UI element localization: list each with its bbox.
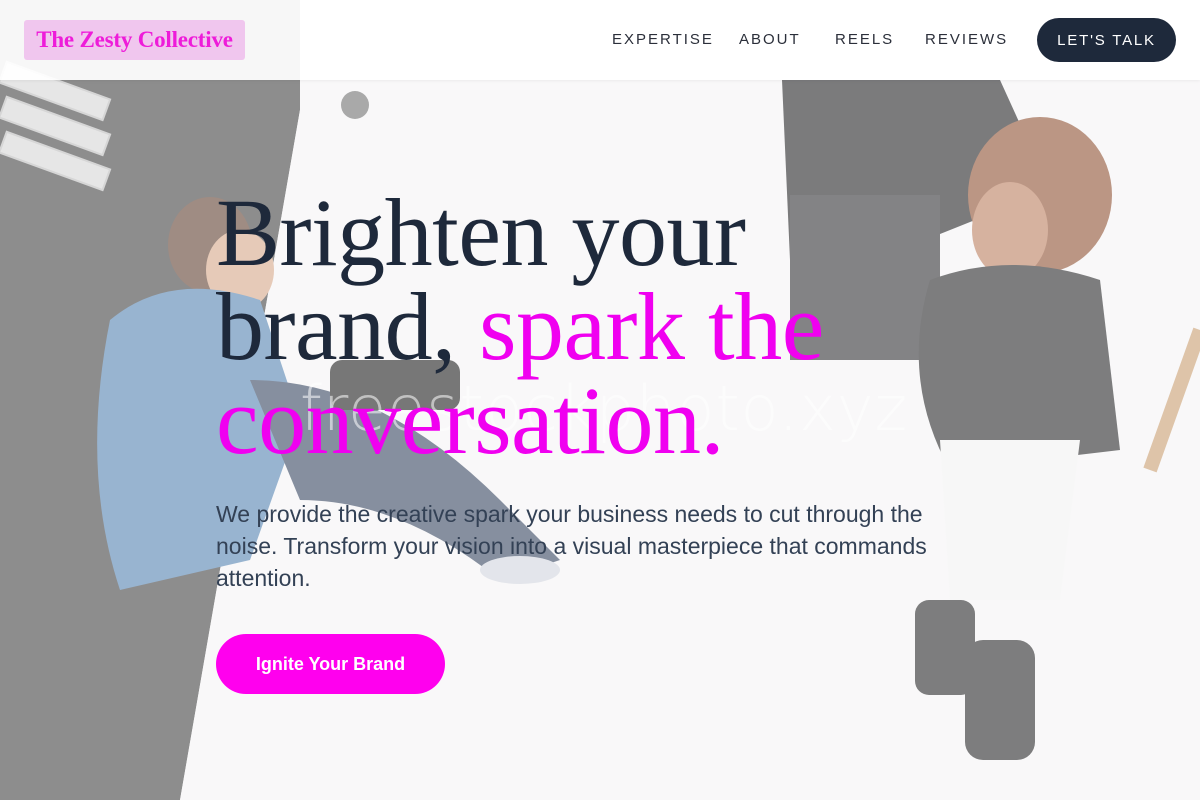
hero-description: We provide the creative spark your busin… (216, 501, 927, 591)
hero-title: Brighten your brand, spark the conversat… (216, 185, 936, 469)
nav-link-reviews[interactable]: REVIEWS (925, 31, 1008, 48)
brand-logo[interactable]: The Zesty Collective (24, 20, 245, 60)
lets-talk-button[interactable]: LET'S TALK (1037, 18, 1176, 62)
nav-link-about[interactable]: ABOUT (739, 31, 801, 48)
ignite-brand-button[interactable]: Ignite Your Brand (216, 634, 445, 694)
nav-link-expertise[interactable]: EXPERTISE (612, 31, 714, 48)
nav-link-reels[interactable]: REELS (835, 31, 894, 48)
site-header: The Zesty Collective EXPERTISE ABOUT REE… (0, 0, 1200, 80)
